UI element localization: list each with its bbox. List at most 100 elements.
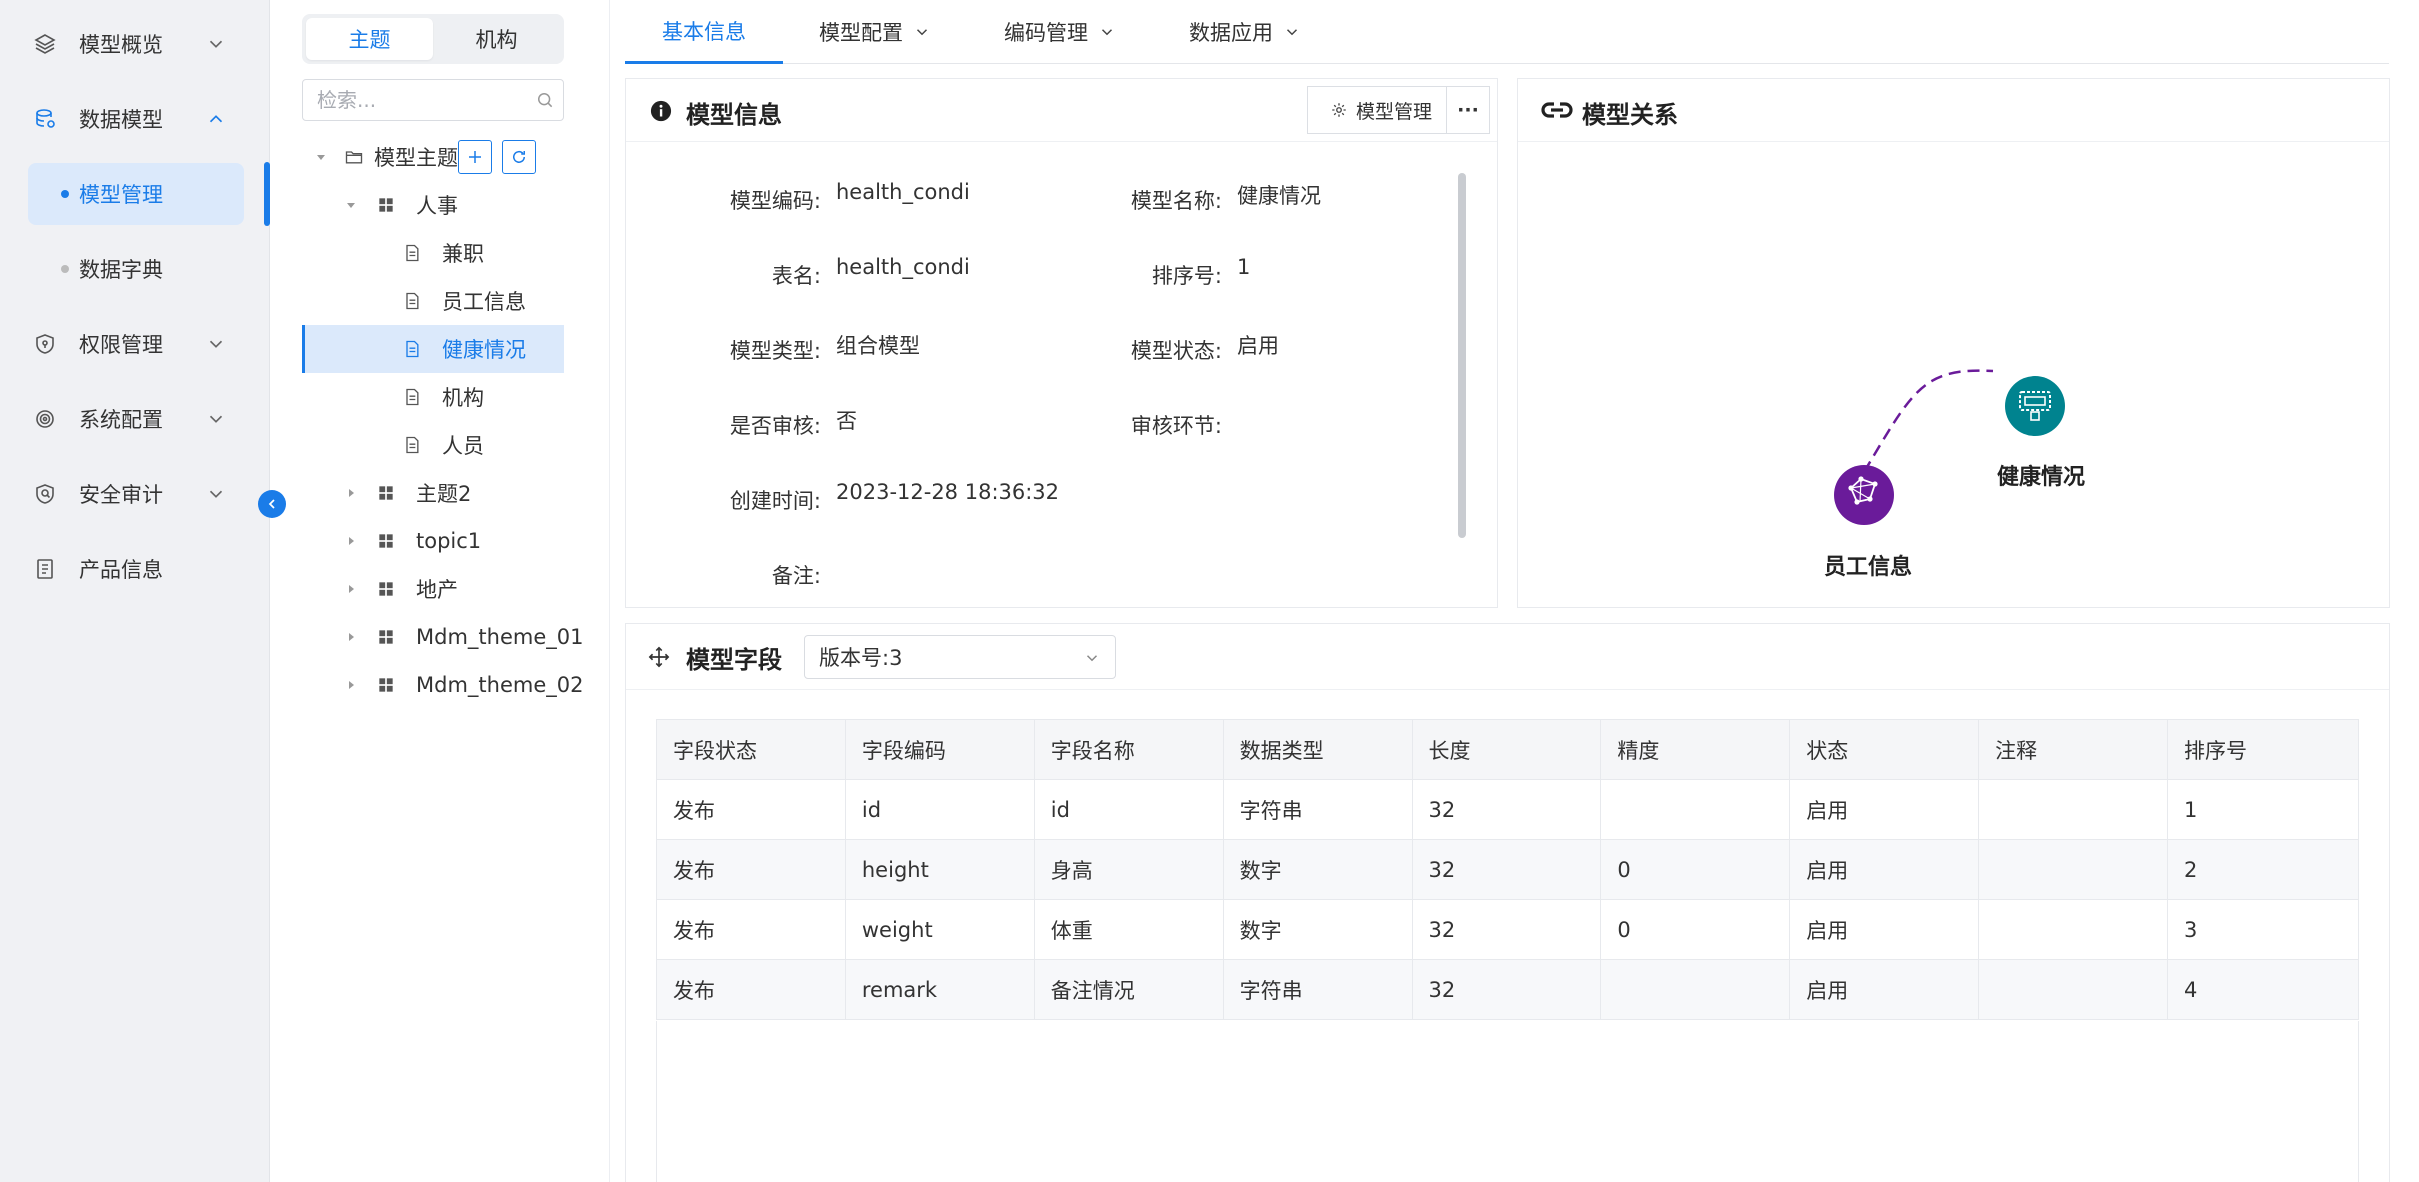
tree-node-leaf[interactable]: 兼职 bbox=[302, 229, 564, 277]
column-header[interactable]: 精度 bbox=[1600, 719, 1791, 780]
refresh-icon bbox=[513, 150, 525, 163]
column-header[interactable]: 排序号 bbox=[2167, 719, 2359, 780]
tree-node-leaf[interactable]: 人员 bbox=[302, 421, 564, 469]
tab-code-management[interactable]: 编码管理 bbox=[1004, 0, 1116, 64]
model-name-label: 模型名称: bbox=[1130, 189, 1222, 213]
grid-icon bbox=[379, 534, 393, 548]
tree-node-group[interactable]: topic1 bbox=[302, 517, 564, 565]
grid-icon bbox=[379, 486, 393, 500]
nav-item-permissions[interactable]: 权限管理 bbox=[0, 313, 270, 375]
tree-node-label: 地产 bbox=[416, 578, 458, 602]
tree-node-group[interactable]: 人事 bbox=[302, 181, 564, 229]
model-name-value: 健康情况 bbox=[1237, 184, 1321, 208]
main-content: 基本信息 模型配置 编码管理 数据应用 模型信息 模型管理 ··· 模型编码: … bbox=[610, 0, 2419, 1182]
tree-node-group[interactable]: Mdm_theme_02 bbox=[302, 661, 583, 709]
table-cell: 32 bbox=[1411, 779, 1602, 840]
caret-right-icon[interactable] bbox=[344, 630, 358, 644]
sub-item-model-management[interactable]: 模型管理 bbox=[28, 163, 244, 225]
sub-item-data-dictionary[interactable]: 数据字典 bbox=[28, 238, 244, 300]
audit-label: 是否审核: bbox=[729, 414, 821, 438]
fields-table: 字段状态 字段编码 字段名称 数据类型 长度 精度 状态 注释 排序号 发布 i bbox=[656, 719, 2359, 1020]
tab-model-config[interactable]: 模型配置 bbox=[819, 0, 931, 64]
tree-node-leaf[interactable]: 员工信息 bbox=[302, 277, 564, 325]
refresh-tree-button[interactable] bbox=[502, 140, 536, 174]
node-employee-icon[interactable] bbox=[1834, 465, 1894, 525]
node-health-icon[interactable] bbox=[2005, 376, 2065, 436]
column-header[interactable]: 字段编码 bbox=[844, 719, 1035, 780]
tree-node-group[interactable]: 地产 bbox=[302, 565, 564, 613]
table-cell: weight bbox=[844, 899, 1035, 960]
info-icon bbox=[650, 100, 672, 122]
tab-data-application[interactable]: 数据应用 bbox=[1189, 0, 1301, 64]
tab-basic-info[interactable]: 基本信息 bbox=[625, 0, 783, 64]
table-row[interactable]: 发布 id id 字符串 32 启用 1 bbox=[656, 779, 2359, 840]
tree-node-label: 人员 bbox=[442, 434, 484, 458]
tab-topic[interactable]: 主题 bbox=[306, 18, 433, 60]
column-header[interactable]: 字段状态 bbox=[656, 719, 846, 780]
nav-item-label: 模型概览 bbox=[79, 33, 163, 57]
caret-down-icon[interactable] bbox=[344, 198, 358, 212]
column-header[interactable]: 注释 bbox=[1978, 719, 2169, 780]
nav-item-overview[interactable]: 模型概览 bbox=[0, 13, 270, 75]
column-header[interactable]: 状态 bbox=[1789, 719, 1980, 780]
tree-node-root[interactable]: 模型主题 bbox=[302, 133, 564, 181]
relation-edge bbox=[1862, 369, 1994, 473]
model-fields-card: 模型字段 版本号:3 字段状态 字段编码 字段名称 数据类型 长度 精度 状态 … bbox=[625, 623, 2390, 1182]
caret-right-icon[interactable] bbox=[344, 534, 358, 548]
database-icon bbox=[36, 109, 55, 128]
caret-right-icon[interactable] bbox=[344, 582, 358, 596]
tab-organization[interactable]: 机构 bbox=[433, 18, 560, 60]
nav-item-label: 产品信息 bbox=[79, 558, 163, 582]
tree-node-label: 员工信息 bbox=[442, 290, 526, 314]
more-icon: ··· bbox=[1457, 99, 1479, 121]
column-header[interactable]: 数据类型 bbox=[1222, 719, 1413, 780]
table-row[interactable]: 发布 weight 体重 数字 32 0 启用 3 bbox=[656, 899, 2359, 960]
table-cell: id bbox=[1033, 779, 1224, 840]
nav-item-security-audit[interactable]: 安全审计 bbox=[0, 463, 270, 525]
column-header[interactable]: 长度 bbox=[1411, 719, 1602, 780]
column-header[interactable]: 字段名称 bbox=[1033, 719, 1224, 780]
tab-label: 编码管理 bbox=[1004, 21, 1088, 45]
search-input[interactable] bbox=[317, 88, 517, 112]
table-row[interactable]: 发布 remark 备注情况 字符串 32 启用 4 bbox=[656, 959, 2359, 1020]
chevron-down-icon bbox=[1101, 29, 1113, 36]
table-cell: 0 bbox=[1600, 899, 1791, 960]
table-cell: 启用 bbox=[1789, 779, 1980, 840]
tree-node-leaf-selected[interactable]: 健康情况 bbox=[302, 325, 564, 373]
add-node-button[interactable] bbox=[458, 140, 492, 174]
nav-item-data-model[interactable]: 数据模型 bbox=[0, 88, 270, 150]
tree-node-label: Mdm_theme_02 bbox=[416, 673, 584, 697]
model-management-button[interactable]: 模型管理 bbox=[1307, 86, 1447, 134]
caret-down-icon[interactable] bbox=[314, 150, 328, 164]
chevron-down-icon bbox=[916, 29, 928, 36]
table-cell bbox=[1600, 779, 1791, 840]
table-cell: 发布 bbox=[656, 839, 846, 900]
sidebar-collapse-button[interactable] bbox=[258, 490, 286, 518]
sub-item-label: 模型管理 bbox=[79, 183, 163, 207]
caret-right-icon[interactable] bbox=[344, 486, 358, 500]
tab-label: 数据应用 bbox=[1189, 21, 1273, 45]
scrollbar-thumb[interactable] bbox=[1458, 173, 1466, 538]
nav-item-product-info[interactable]: 产品信息 bbox=[0, 538, 270, 600]
more-actions-button[interactable]: ··· bbox=[1446, 86, 1490, 134]
grid-icon bbox=[379, 582, 393, 596]
version-select[interactable]: 版本号:3 bbox=[804, 635, 1116, 679]
grid-icon bbox=[379, 198, 393, 212]
model-status-label: 模型状态: bbox=[1130, 339, 1222, 363]
tree-node-leaf[interactable]: 机构 bbox=[302, 373, 564, 421]
move-icon[interactable] bbox=[648, 646, 670, 668]
search-icon[interactable] bbox=[535, 90, 555, 110]
table-cell: 1 bbox=[2167, 779, 2359, 840]
caret-right-icon[interactable] bbox=[344, 678, 358, 692]
tree-node-group[interactable]: 主题2 bbox=[302, 469, 564, 517]
table-row[interactable]: 发布 height 身高 数字 32 0 启用 2 bbox=[656, 839, 2359, 900]
tree-node-group[interactable]: Mdm_theme_01 bbox=[302, 613, 583, 661]
table-cell: 发布 bbox=[656, 959, 846, 1020]
model-status-value: 启用 bbox=[1237, 334, 1279, 358]
table-cell: 启用 bbox=[1789, 839, 1980, 900]
nav-item-system-config[interactable]: 系统配置 bbox=[0, 388, 270, 450]
table-header-row: 字段状态 字段编码 字段名称 数据类型 长度 精度 状态 注释 排序号 bbox=[656, 719, 2359, 780]
chevron-down-icon bbox=[209, 415, 223, 423]
audit-step-label: 审核环节: bbox=[1130, 414, 1222, 438]
audit-shield-icon bbox=[36, 484, 54, 504]
